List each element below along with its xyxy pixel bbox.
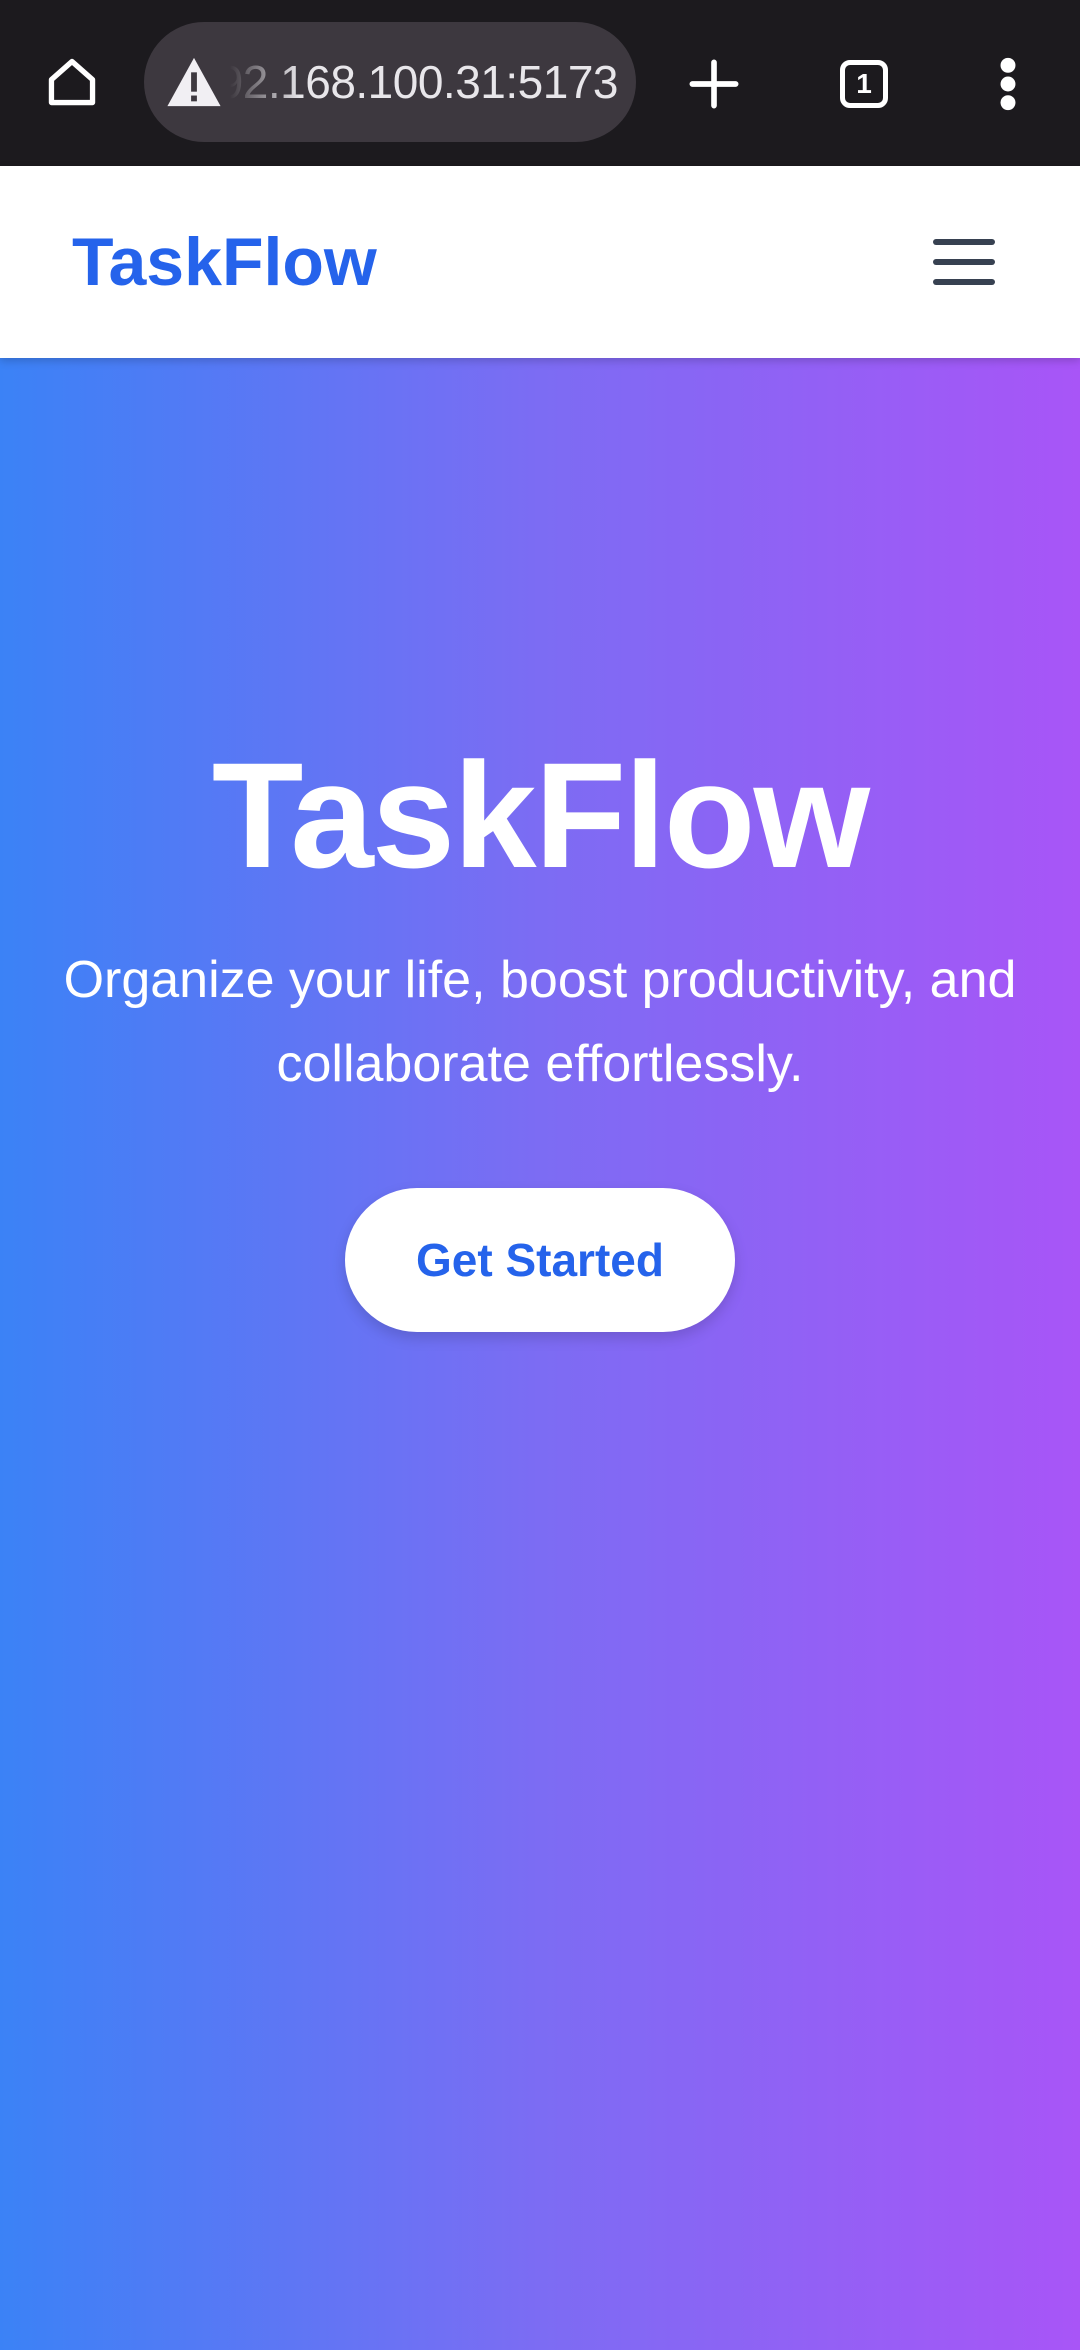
hamburger-menu-icon[interactable]: [924, 224, 1004, 300]
hero-subtitle: Organize your life, boost productivity, …: [63, 951, 1017, 1093]
hero-title-container: TaskFlow: [0, 730, 1080, 900]
brand-logo-link[interactable]: TaskFlow: [72, 166, 377, 358]
plus-icon: [689, 59, 739, 109]
home-button[interactable]: [36, 46, 108, 118]
home-icon: [48, 58, 96, 106]
get-started-button[interactable]: Get Started: [345, 1188, 735, 1332]
hamburger-line: [933, 279, 995, 285]
browser-toolbar: 192.168.100.31:5173 1: [0, 0, 1080, 166]
hamburger-line: [933, 259, 995, 265]
new-tab-button[interactable]: [676, 46, 752, 122]
more-vert-icon: [1000, 57, 1016, 111]
not-secure-warning-icon[interactable]: [162, 50, 226, 114]
tab-switcher-button[interactable]: 1: [826, 46, 902, 122]
address-bar[interactable]: 192.168.100.31:5173: [144, 22, 636, 142]
hero-section: TaskFlow Organize your life, boost produ…: [0, 358, 1080, 2350]
hamburger-line: [933, 239, 995, 245]
hero-title: TaskFlow: [211, 731, 870, 899]
tab-count: 1: [840, 60, 888, 108]
browser-menu-button[interactable]: [968, 46, 1048, 122]
url-fade: [230, 22, 300, 142]
site-header: TaskFlow: [0, 166, 1080, 358]
